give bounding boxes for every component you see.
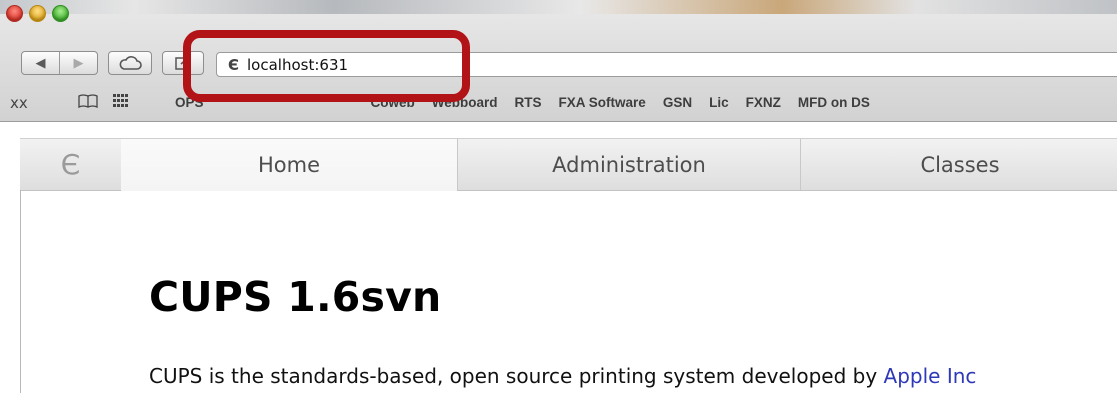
browser-chrome: ◀ ▶ Є localhost:631 хх OPS Coweb Webboar… bbox=[0, 0, 1117, 122]
back-arrow-icon[interactable]: ◀ bbox=[22, 52, 59, 74]
window-controls bbox=[6, 5, 69, 22]
maximize-window-button[interactable] bbox=[52, 5, 69, 22]
icloud-tabs-button[interactable] bbox=[108, 51, 152, 75]
cups-nav-bar: Є Home Administration Classes bbox=[20, 138, 1117, 191]
intro-text: CUPS is the standards-based, open source… bbox=[149, 364, 884, 388]
bookmark-item[interactable]: Lic bbox=[709, 95, 729, 110]
tab-classes[interactable]: Classes bbox=[801, 139, 1117, 190]
tab-home[interactable]: Home bbox=[121, 139, 458, 191]
cloud-icon bbox=[119, 56, 142, 70]
bookmark-item[interactable]: FXNZ bbox=[746, 95, 781, 110]
content-border bbox=[20, 190, 21, 393]
apple-link[interactable]: Apple Inc bbox=[884, 364, 977, 388]
bookmark-item[interactable]: MFD on DS bbox=[798, 95, 870, 110]
reading-glasses-icon[interactable]: хх bbox=[10, 94, 28, 112]
cups-logo-icon[interactable]: Є bbox=[20, 139, 122, 190]
tab-administration[interactable]: Administration bbox=[458, 139, 801, 190]
close-window-button[interactable] bbox=[6, 5, 23, 22]
desktop-strip bbox=[0, 0, 1117, 14]
bookmark-item[interactable]: FXA Software bbox=[559, 95, 646, 110]
page-title: CUPS 1.6svn bbox=[149, 273, 442, 321]
grid-icon[interactable] bbox=[113, 94, 129, 112]
intro-paragraph: CUPS is the standards-based, open source… bbox=[149, 364, 976, 388]
minimize-window-button[interactable] bbox=[29, 5, 46, 22]
bookmark-item[interactable]: RTS bbox=[515, 95, 542, 110]
red-highlight-annotation bbox=[183, 30, 470, 102]
back-forward-buttons: ◀ ▶ bbox=[21, 51, 98, 75]
open-book-icon[interactable] bbox=[78, 94, 98, 112]
forward-arrow-icon[interactable]: ▶ bbox=[59, 52, 97, 74]
bookmark-item[interactable]: GSN bbox=[663, 95, 692, 110]
